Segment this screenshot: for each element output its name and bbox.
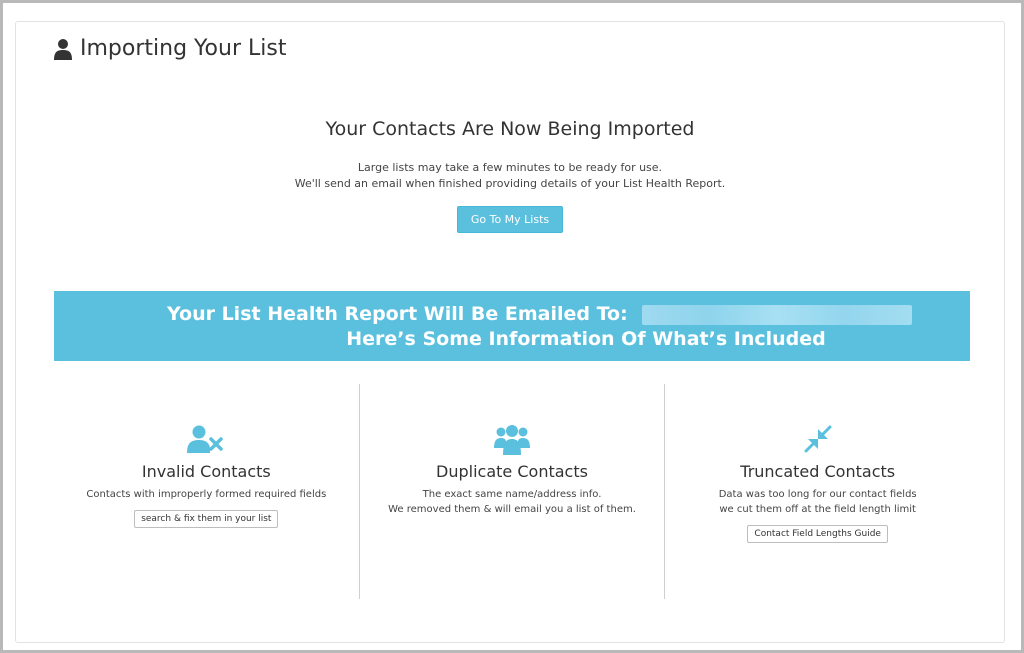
feature-truncated-contacts: Truncated Contacts Data was too long for… xyxy=(664,384,970,599)
window-frame: Importing Your List Your Contacts Are No… xyxy=(0,0,1024,653)
feature-desc-truncated-1: Data was too long for our contact fields xyxy=(718,489,917,500)
page-title: Importing Your List xyxy=(54,36,286,61)
import-status-section: Your Contacts Are Now Being Imported Lar… xyxy=(16,118,1004,233)
feature-duplicate-contacts: Duplicate Contacts The exact same name/a… xyxy=(358,384,665,599)
feature-invalid-contacts: Invalid Contacts Contacts with improperl… xyxy=(54,384,359,599)
banner-line-2: Here’s Some Information Of What’s Includ… xyxy=(346,328,826,350)
health-report-banner: Your List Health Report Will Be Emailed … xyxy=(54,291,970,361)
banner-email-label: Your List Health Report Will Be Emailed … xyxy=(167,303,628,325)
import-status-line-1: Large lists may take a few minutes to be… xyxy=(357,161,663,174)
redacted-email xyxy=(642,304,913,325)
users-group-icon xyxy=(494,425,530,455)
go-to-my-lists-button[interactable]: Go To My Lists xyxy=(456,206,564,233)
banner-line-1: Your List Health Report Will Be Emailed … xyxy=(167,302,913,326)
feature-desc-truncated-2: we cut them off at the field length limi… xyxy=(719,504,916,515)
feature-title-duplicate: Duplicate Contacts xyxy=(436,462,588,481)
contact-field-lengths-guide-button[interactable]: Contact Field Lengths Guide xyxy=(747,525,888,543)
feature-title-truncated: Truncated Contacts xyxy=(740,462,896,481)
feature-desc-invalid: Contacts with improperly formed required… xyxy=(86,489,327,500)
import-status-heading: Your Contacts Are Now Being Imported xyxy=(325,118,695,140)
feature-title-invalid: Invalid Contacts xyxy=(141,462,271,481)
feature-desc-duplicate-2: We removed them & will email you a list … xyxy=(388,504,636,515)
report-features: Invalid Contacts Contacts with improperl… xyxy=(54,384,970,599)
feature-desc-duplicate-1: The exact same name/address info. xyxy=(422,489,602,500)
import-status-line-2: We'll send an email when finished provid… xyxy=(294,177,726,190)
user-remove-icon xyxy=(187,425,224,453)
user-icon xyxy=(54,38,72,60)
compress-arrows-icon xyxy=(804,425,832,453)
page-title-text: Importing Your List xyxy=(80,36,287,61)
search-fix-list-button[interactable]: search & fix them in your list xyxy=(134,510,279,528)
content-card: Importing Your List Your Contacts Are No… xyxy=(15,21,1005,643)
